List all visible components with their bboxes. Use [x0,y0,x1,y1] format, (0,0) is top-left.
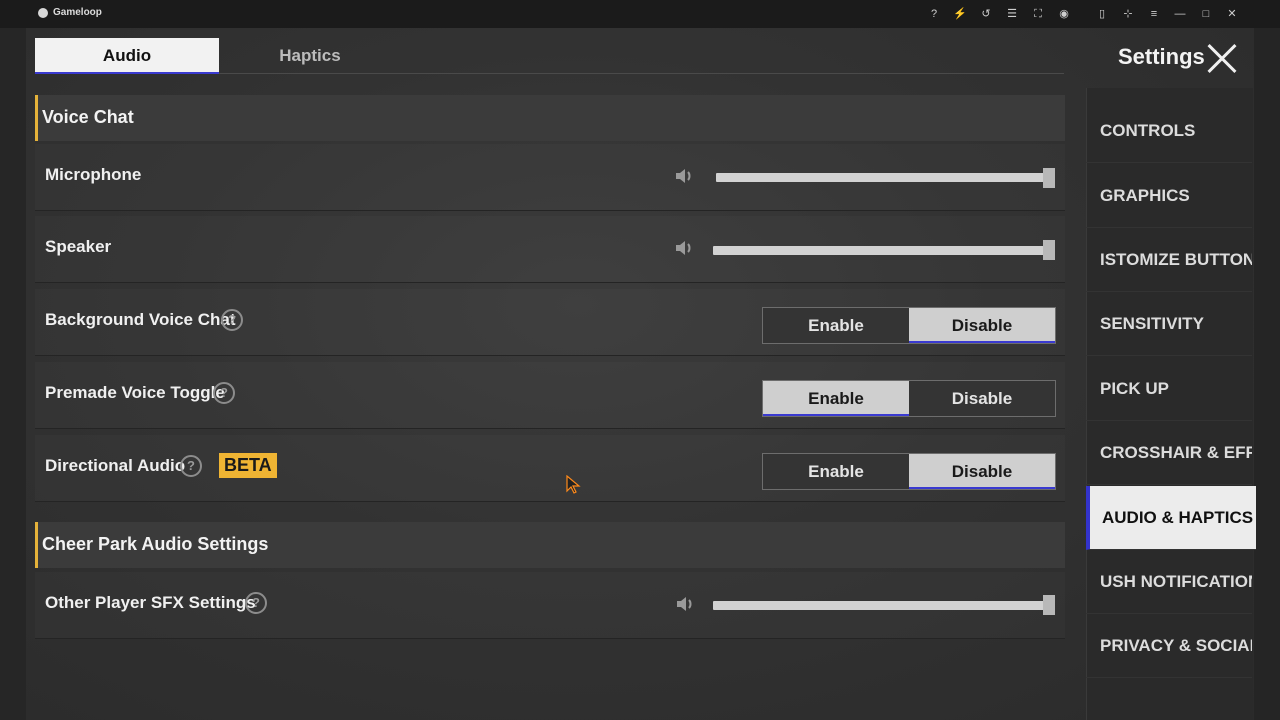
other-player-sfx-slider[interactable] [713,601,1045,610]
nav-push-notifications[interactable]: USH NOTIFICATIONS [1086,550,1252,614]
bolt-icon[interactable]: ⚡ [950,5,970,23]
disable-button[interactable]: Disable [909,454,1055,489]
background-voice-chat-toggle: Enable Disable [762,307,1056,344]
nav-graphics[interactable]: GRAPHICS [1086,164,1252,228]
volume-icon[interactable] [674,593,696,615]
directional-audio-toggle: Enable Disable [762,453,1056,490]
other-player-sfx-row: Other Player SFX Settings ? [35,572,1065,639]
titlebar-separator [1080,5,1086,23]
nav-controls[interactable]: CONTROLS [1086,99,1252,163]
directional-audio-row: Directional Audio ? BETA Enable Disable [35,435,1065,502]
nav-privacy-social[interactable]: PRIVACY & SOCIAL [1086,614,1252,678]
nav-sensitivity[interactable]: SENSITIVITY [1086,292,1252,356]
speaker-label: Speaker [45,237,112,256]
help-circle-icon[interactable]: ? [245,592,267,614]
speaker-slider-handle[interactable] [1043,240,1055,260]
nav-pick-up[interactable]: PICK UP [1086,357,1252,421]
microphone-label: Microphone [45,165,142,184]
right-margin [1254,28,1280,720]
beta-badge: BETA [219,453,277,478]
nav-crosshair-effects[interactable]: CROSSHAIR & EFFE [1086,421,1252,485]
help-circle-icon[interactable]: ? [180,455,202,477]
volume-icon[interactable] [673,237,695,259]
premade-voice-toggle: Enable Disable [762,380,1056,417]
background-voice-chat-row: Background Voice Chat ? Enable Disable [35,289,1065,356]
speaker-volume-slider[interactable] [713,246,1045,255]
close-icon[interactable]: ✕ [1222,5,1242,23]
menu-grid-icon[interactable]: ☰ [1002,5,1022,23]
sidebar-icon[interactable]: ▯ [1092,5,1112,23]
tab-haptics[interactable]: Haptics [219,38,401,74]
enable-button[interactable]: Enable [763,454,909,489]
fullscreen-icon[interactable]: ⛶ [1028,5,1048,23]
minimize-icon[interactable]: — [1170,5,1190,23]
other-player-sfx-label: Other Player SFX Settings [45,593,256,612]
premade-voice-toggle-row: Premade Voice Toggle ? Enable Disable [35,362,1065,429]
mouse-cursor-icon [566,475,581,494]
section-title: Cheer Park Audio Settings [42,534,269,554]
help-circle-icon[interactable]: ? [221,309,243,331]
menu-icon[interactable]: ≡ [1144,5,1164,23]
microphone-slider-handle[interactable] [1043,168,1055,188]
title-bar: Gameloop ? ⚡ ↺ ☰ ⛶ ◉ ▯ ⊹ ≡ — □ ✕ [0,0,1280,28]
undo-icon[interactable]: ↺ [976,5,996,23]
enable-button[interactable]: Enable [763,381,909,416]
volume-icon[interactable] [673,165,695,187]
speaker-row: Speaker [35,216,1065,283]
maximize-icon[interactable]: □ [1196,5,1216,23]
app-title: Gameloop [53,7,102,18]
settings-title: Settings [1118,44,1205,69]
microphone-volume-slider[interactable] [716,173,1046,182]
gameloop-logo-icon [38,8,48,18]
tab-audio[interactable]: Audio [35,38,219,74]
section-voice-chat: Voice Chat [35,95,1065,141]
tab-divider [219,73,1064,74]
pin-icon[interactable]: ⊹ [1118,5,1138,23]
other-player-sfx-slider-handle[interactable] [1043,595,1055,615]
help-icon[interactable]: ? [924,5,944,23]
disable-button[interactable]: Disable [909,308,1055,343]
section-cheer-park: Cheer Park Audio Settings [35,522,1065,568]
help-circle-icon[interactable]: ? [213,382,235,404]
background-voice-chat-label: Background Voice Chat [45,310,236,329]
titlebar-controls: ? ⚡ ↺ ☰ ⛶ ◉ ▯ ⊹ ≡ — □ ✕ [924,5,1242,23]
nav-audio-haptics[interactable]: AUDIO & HAPTICS [1086,486,1256,550]
close-settings-button[interactable] [1206,43,1238,75]
disable-button[interactable]: Disable [909,381,1055,416]
gamepad-icon[interactable]: ◉ [1054,5,1074,23]
section-title: Voice Chat [42,107,134,127]
nav-customize-buttons[interactable]: ISTOMIZE BUTTONS [1086,228,1252,292]
directional-audio-label: Directional Audio [45,456,186,475]
microphone-row: Microphone [35,144,1065,211]
left-margin [0,28,26,720]
premade-voice-toggle-label: Premade Voice Toggle [45,383,225,402]
enable-button[interactable]: Enable [763,308,909,343]
